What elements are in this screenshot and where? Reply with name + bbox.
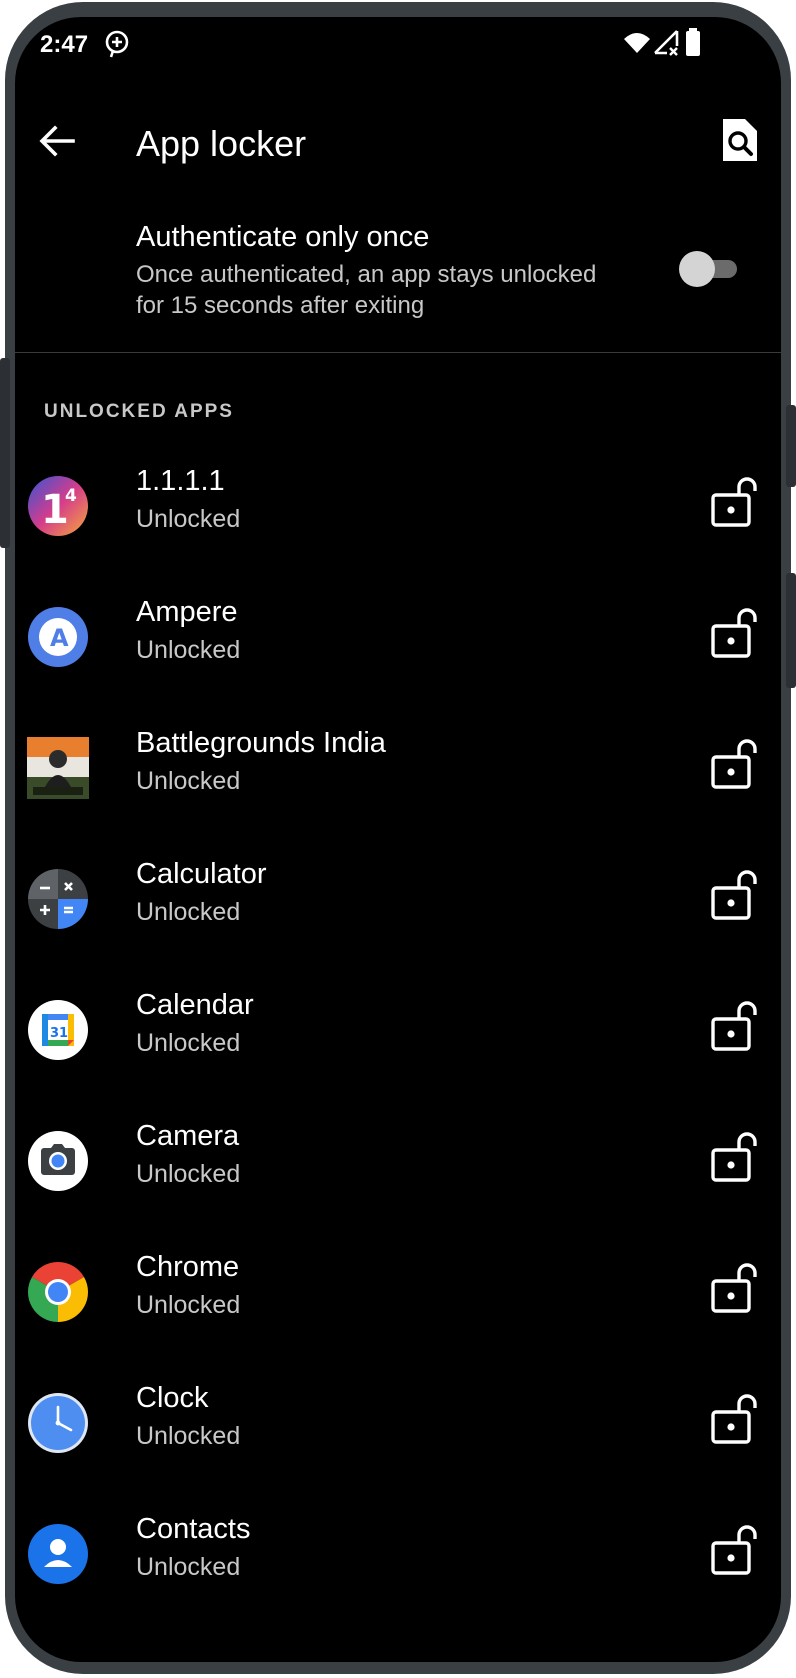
contacts-icon: [28, 1524, 88, 1584]
calculator-icon: [28, 869, 88, 929]
arrow-back-icon[interactable]: [33, 117, 81, 165]
app-status: Unlocked: [136, 898, 241, 926]
app-name: Ampere: [136, 596, 238, 628]
phone-side-button-left: [0, 358, 10, 548]
divider: [15, 352, 781, 353]
unlock-icon[interactable]: [709, 868, 759, 922]
unlock-icon[interactable]: [709, 1130, 759, 1184]
cloudflare-1111-icon: 1 4: [28, 476, 88, 536]
app-bar: App locker: [15, 97, 781, 193]
app-status: Unlocked: [136, 1160, 241, 1188]
unlock-icon[interactable]: [709, 606, 759, 660]
authenticate-once-toggle[interactable]: [679, 249, 741, 287]
battery-icon: [686, 28, 700, 56]
phone-volume-button: [786, 405, 796, 487]
page-title: App locker: [136, 123, 307, 164]
status-bar: 2:47: [15, 17, 781, 77]
phone-power-button: [786, 573, 796, 688]
app-name: Camera: [136, 1120, 240, 1152]
ampere-icon: A: [28, 607, 88, 667]
svg-text:A: A: [50, 624, 69, 652]
svg-text:4: 4: [65, 486, 77, 506]
list-item[interactable]: A Ampere Unlocked: [15, 568, 781, 708]
list-item[interactable]: 31 Calendar Unlocked: [15, 961, 781, 1101]
wifi-icon: [624, 33, 650, 53]
list-item[interactable]: Chrome Unlocked: [15, 1223, 781, 1363]
list-item[interactable]: Camera Unlocked: [15, 1092, 781, 1232]
app-status: Unlocked: [136, 1553, 241, 1581]
list-item[interactable]: Calculator Unlocked: [15, 830, 781, 970]
calendar-icon: 31: [28, 1000, 88, 1060]
data-saver-icon: [105, 30, 129, 58]
unlock-icon[interactable]: [709, 475, 759, 529]
list-item[interactable]: 1 4 1.1.1.1 Unlocked: [15, 437, 781, 577]
signal-no-data-icon: [654, 30, 679, 56]
unlock-icon[interactable]: [709, 1392, 759, 1446]
setting-subtitle: Once authenticated, an app stays unlocke…: [136, 261, 597, 319]
authenticate-once-setting[interactable]: Authenticate only once Once authenticate…: [15, 207, 781, 352]
list-item[interactable]: Battlegrounds India Unlocked: [15, 699, 781, 839]
app-status: Unlocked: [136, 636, 241, 664]
app-status: Unlocked: [136, 1029, 241, 1057]
toggle-thumb: [679, 251, 715, 287]
app-name: Battlegrounds India: [136, 727, 386, 759]
list-item[interactable]: Contacts Unlocked: [15, 1485, 781, 1625]
battlegrounds-india-icon: [27, 737, 89, 799]
app-status: Unlocked: [136, 767, 241, 795]
app-name: Calculator: [136, 858, 267, 890]
app-name: Chrome: [136, 1251, 240, 1283]
app-status: Unlocked: [136, 505, 241, 533]
camera-icon: [28, 1131, 88, 1191]
setting-title: Authenticate only once: [136, 221, 430, 253]
unlock-icon[interactable]: [709, 1261, 759, 1315]
clock-icon: [28, 1393, 88, 1453]
app-status: Unlocked: [136, 1291, 241, 1319]
status-time: 2:47: [40, 31, 89, 58]
list-item[interactable]: Clock Unlocked: [15, 1354, 781, 1494]
screen: 2:47 App locker Authenticate only once O…: [15, 17, 781, 1662]
app-status: Unlocked: [136, 1422, 241, 1450]
unlock-icon[interactable]: [709, 1523, 759, 1577]
chrome-icon: [27, 1261, 89, 1322]
unlock-icon[interactable]: [709, 737, 759, 791]
app-name: Calendar: [136, 989, 254, 1021]
section-header-unlocked-apps: UNLOCKED APPS: [44, 401, 234, 422]
app-name: Contacts: [136, 1513, 251, 1545]
calendar-day-text: 31: [50, 1026, 68, 1041]
app-name: 1.1.1.1: [136, 465, 225, 497]
search-apps-icon[interactable]: [717, 117, 763, 163]
unlock-icon[interactable]: [709, 999, 759, 1053]
app-name: Clock: [136, 1382, 209, 1414]
